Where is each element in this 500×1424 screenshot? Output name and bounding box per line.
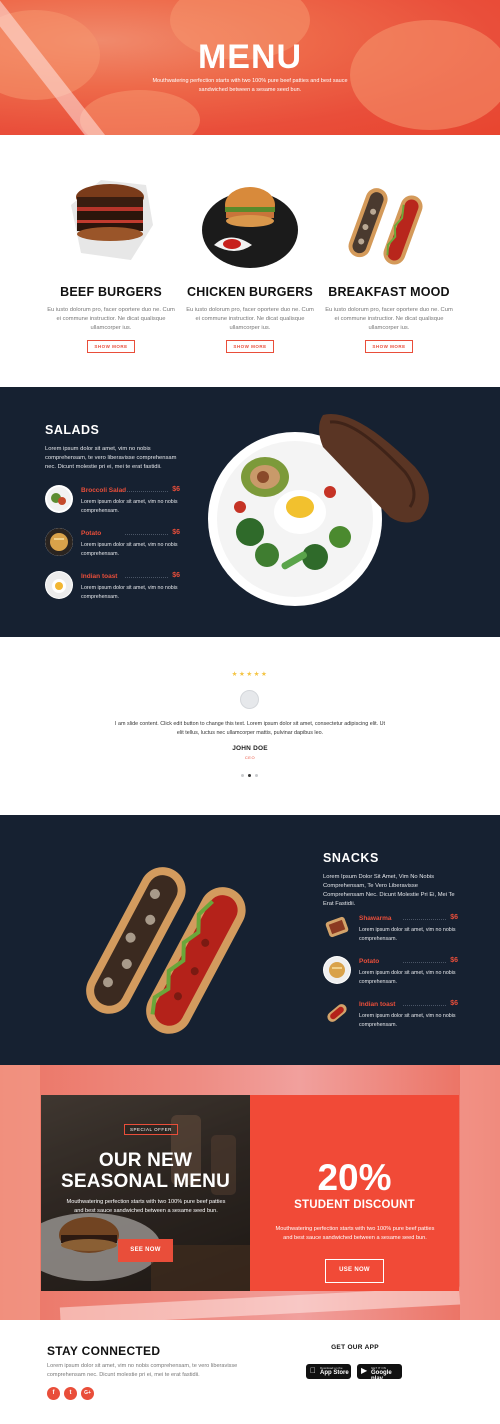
- menu-item-price: $6: [172, 529, 180, 536]
- menu-item-price: $6: [172, 486, 180, 493]
- salad-plate-image: [205, 407, 445, 617]
- see-now-button[interactable]: SEE NOW: [118, 1239, 173, 1262]
- menu-item-name: Potato: [359, 958, 380, 965]
- menu-item-thumbnail: [45, 485, 73, 513]
- testimonial-role: CEO: [244, 755, 256, 760]
- slider-pagination: [240, 774, 260, 778]
- show-more-button[interactable]: SHOW MORE: [226, 340, 274, 353]
- menu-item-thumbnail: [323, 913, 351, 941]
- section-desc: Lorem ipsum dolor sit amet, vim no nobis…: [45, 446, 177, 470]
- menu-item-name: Potato: [81, 530, 102, 537]
- menu-item-name: Indian toast: [81, 573, 118, 580]
- feature-title: BREAKFAST MOOD: [328, 285, 450, 299]
- menu-item-desc: Lorem ipsum dolor sit amet, vim no nobis…: [359, 927, 456, 942]
- slider-dot-active[interactable]: [248, 774, 251, 777]
- seasonal-menu-desc: Mouthwatering perfection starts with two…: [66, 1199, 226, 1214]
- footer-desc: Lorem ipsum dolor sit amet, vim no nobis…: [47, 1363, 238, 1378]
- get-app-title: GET OUR APP: [331, 1344, 379, 1351]
- twitter-icon[interactable]: t: [64, 1387, 77, 1400]
- seasonal-menu-title: OUR NEW SEASONAL MENU: [60, 1150, 231, 1192]
- menu-item-price: $6: [172, 572, 180, 579]
- menu-item[interactable]: Potato $6 Lorem ipsum dolor sit amet, vi…: [45, 528, 180, 562]
- feature-desc: Eu iusto dolorum pro, facer oportere duo…: [47, 307, 175, 331]
- play-icon: ▶: [361, 1366, 368, 1375]
- menu-item[interactable]: Broccoli Salad $6 Lorem ipsum dolor sit …: [45, 485, 180, 519]
- snacks-intro: SNACKS Lorem Ipsum Dolor Sit Amet, Vim N…: [323, 851, 458, 909]
- section-desc: Lorem Ipsum Dolor Sit Amet, Vim No Nobis…: [323, 874, 455, 907]
- slider-dot[interactable]: [255, 774, 258, 777]
- menu-item-desc: Lorem ipsum dolor sit amet, vim no nobis…: [81, 585, 178, 600]
- menu-item-price: $6: [450, 914, 458, 921]
- google-plus-icon[interactable]: G+: [81, 1387, 94, 1400]
- menu-item-desc: Lorem ipsum dolor sit amet, vim no nobis…: [359, 1013, 456, 1028]
- testimonial-author: JOHN DOE: [232, 745, 268, 752]
- apple-icon: : [310, 1367, 316, 1375]
- salads-section: SALADS Lorem ipsum dolor sit amet, vim n…: [0, 387, 500, 637]
- feature-categories: BEEF BURGERS Eu iusto dolorum pro, facer…: [0, 135, 500, 387]
- menu-item-name: Broccoli Salad: [81, 487, 127, 494]
- testimonial-slider: ★★★★★ I am slide content. Click edit but…: [0, 637, 500, 815]
- rating-stars: ★★★★★: [231, 671, 269, 678]
- snacks-section: SNACKS Lorem Ipsum Dolor Sit Amet, Vim N…: [0, 815, 500, 1065]
- menu-item-thumbnail: [45, 528, 73, 556]
- hero-banner: MENU Mouthwatering perfection starts wit…: [0, 0, 500, 135]
- facebook-icon[interactable]: f: [47, 1387, 60, 1400]
- slider-dot[interactable]: [241, 774, 244, 777]
- menu-item-thumbnail: [45, 571, 73, 599]
- show-more-button[interactable]: SHOW MORE: [365, 340, 413, 353]
- footer: STAY CONNECTED Lorem ipsum dolor sit ame…: [0, 1320, 500, 1424]
- promo-section: SPECIAL OFFER OUR NEW SEASONAL MENU Mout…: [0, 1065, 500, 1320]
- discount-label: STUDENT DISCOUNT: [294, 1199, 415, 1211]
- chicken-burger-image: [180, 135, 320, 285]
- menu-item-name: Shawarma: [359, 915, 392, 922]
- salads-intro: SALADS Lorem ipsum dolor sit amet, vim n…: [45, 423, 180, 472]
- feature-desc: Eu iusto dolorum pro, facer oportere duo…: [186, 307, 314, 331]
- use-now-button[interactable]: USE NOW: [325, 1259, 384, 1283]
- feature-beef-burgers: BEEF BURGERS Eu iusto dolorum pro, facer…: [41, 135, 181, 353]
- menu-item[interactable]: Indian toast $6 Lorem ipsum dolor sit am…: [323, 999, 458, 1033]
- testimonial-text: I am slide content. Click edit button to…: [115, 721, 385, 736]
- show-more-button[interactable]: SHOW MORE: [87, 340, 135, 353]
- menu-item-name: Indian toast: [359, 1001, 396, 1008]
- avatar: [240, 690, 259, 709]
- menu-item-desc: Lorem ipsum dolor sit amet, vim no nobis…: [81, 499, 178, 514]
- feature-title: CHICKEN BURGERS: [187, 285, 313, 299]
- menu-item[interactable]: Potato $6 Lorem ipsum dolor sit amet, vi…: [323, 956, 458, 990]
- menu-item-price: $6: [450, 1000, 458, 1007]
- section-title: SALADS: [45, 423, 100, 437]
- hotdogs-image: [65, 840, 285, 1050]
- feature-desc: Eu iusto dolorum pro, facer oportere duo…: [325, 307, 453, 331]
- menu-item-thumbnail: [323, 956, 351, 984]
- student-discount-card: 20% STUDENT DISCOUNT Mouthwatering perfe…: [250, 1095, 459, 1291]
- discount-percent: 20%: [317, 1157, 392, 1198]
- page-title: MENU: [197, 38, 303, 76]
- menu-item-price: $6: [450, 957, 458, 964]
- footer-title: STAY CONNECTED: [47, 1344, 161, 1358]
- menu-item[interactable]: Indian toast $6 Lorem ipsum dolor sit am…: [45, 571, 180, 605]
- special-offer-badge: SPECIAL OFFER: [124, 1124, 178, 1135]
- feature-title: BEEF BURGERS: [60, 285, 162, 299]
- feature-breakfast-mood: BREAKFAST MOOD Eu iusto dolorum pro, fac…: [319, 135, 459, 353]
- discount-desc: Mouthwatering perfection starts with two…: [275, 1226, 435, 1241]
- menu-item-desc: Lorem ipsum dolor sit amet, vim no nobis…: [81, 542, 178, 557]
- google-play-button[interactable]: ▶ GET IT ON Google play: [357, 1364, 402, 1382]
- menu-item[interactable]: Shawarma $6 Lorem ipsum dolor sit amet, …: [323, 913, 458, 947]
- app-store-button[interactable]:  Download on the App Store: [306, 1364, 351, 1379]
- section-title: SNACKS: [323, 851, 379, 865]
- menu-item-thumbnail: [323, 999, 351, 1027]
- beef-burger-image: [41, 135, 181, 285]
- menu-item-desc: Lorem ipsum dolor sit amet, vim no nobis…: [359, 970, 456, 985]
- hero-subtitle: Mouthwatering perfection starts with two…: [152, 78, 348, 93]
- feature-chicken-burgers: CHICKEN BURGERS Eu iusto dolorum pro, fa…: [180, 135, 320, 353]
- hotdog-image: [319, 135, 459, 285]
